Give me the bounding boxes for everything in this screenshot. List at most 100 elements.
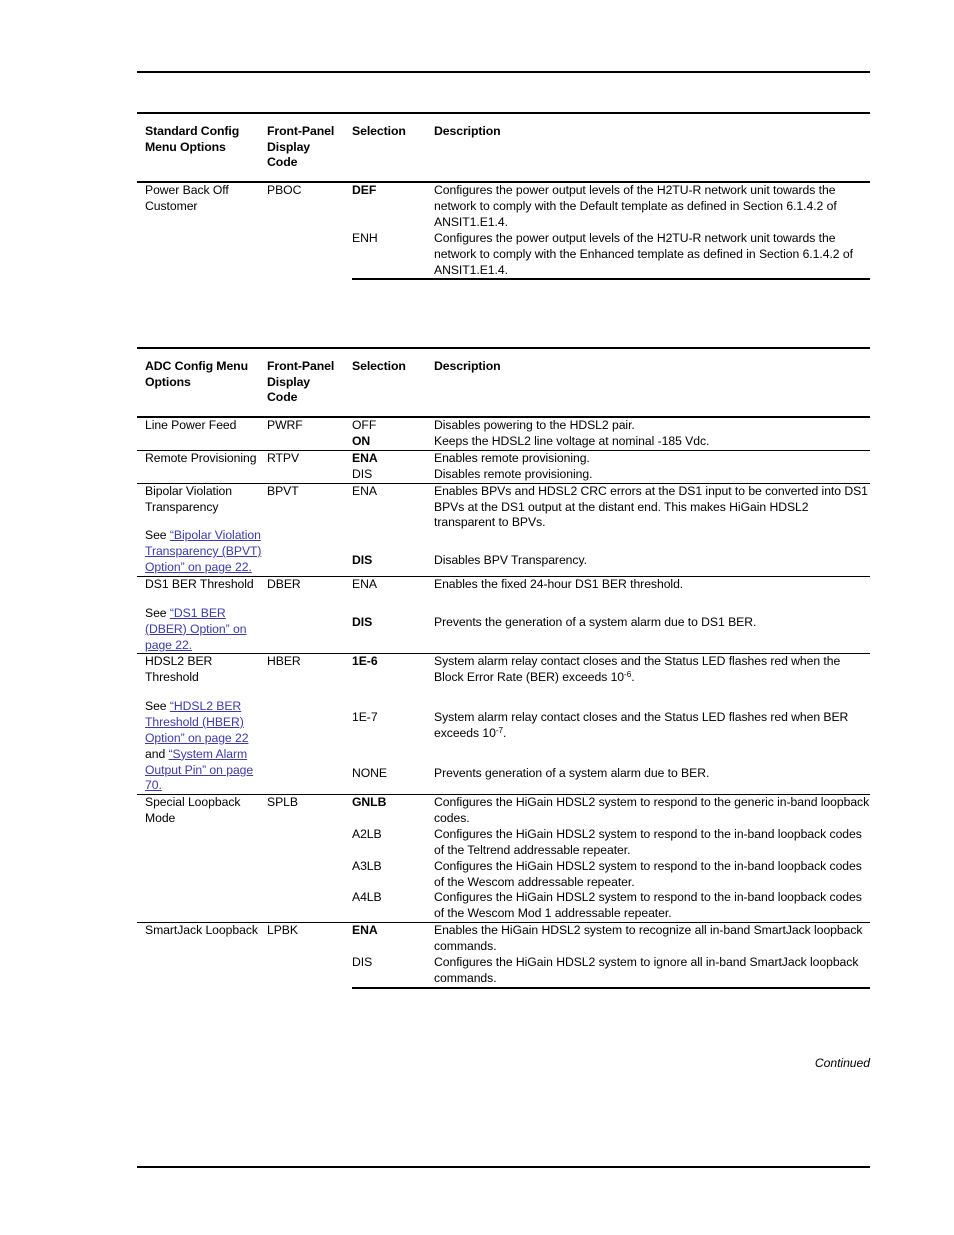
cell-description: Prevents the generation of a system alar… xyxy=(434,615,757,630)
cell-menu-option: HDSL2 BER Threshold See “HDSL2 BER Thres… xyxy=(137,653,267,795)
table-row: Remote Provisioning RTPV ENA Enables rem… xyxy=(137,449,870,484)
cell-display-code: PBOC xyxy=(267,183,302,198)
header-line: Front-Panel xyxy=(267,124,335,138)
header-line: Front-Panel xyxy=(267,359,335,373)
table-row: Bipolar Violation Transparency See “Bipo… xyxy=(137,482,870,577)
cell-selection: OFF xyxy=(352,418,377,433)
header-line: Code xyxy=(267,390,298,405)
cell-menu-option: DS1 BER Threshold See “DS1 BER (DBER) Op… xyxy=(137,575,267,654)
cell-description: Disables BPV Transparency. xyxy=(434,552,587,567)
option-name: Power Back Off Customer xyxy=(145,183,229,214)
standard-config-table: Standard Config Menu Options Front-Panel… xyxy=(137,111,870,281)
cell-selection: DEF xyxy=(352,183,377,198)
cell-selection: ENA xyxy=(352,575,434,616)
page-header-rule xyxy=(137,71,870,74)
exponent: -6 xyxy=(624,669,632,679)
header-line: Display xyxy=(267,139,311,154)
reference-prefix: See xyxy=(145,605,170,620)
table-row: Special Loopback Mode SPLB GNLB Configur… xyxy=(137,794,870,923)
cell-display-code: BPVT xyxy=(267,482,352,577)
cross-reference: See “HDSL2 BER Threshold (HBER) Option” … xyxy=(145,699,267,794)
description-tail: . xyxy=(631,670,635,685)
cell-description: Configures the HiGain HDSL2 system to re… xyxy=(434,794,870,827)
cell-description: Configures the HiGain HDSL2 system to re… xyxy=(434,858,862,889)
column-header-display-code: Front-Panel Display Code xyxy=(267,111,352,184)
table-row: Line Power Feed PWRF OFF Disables poweri… xyxy=(137,417,870,434)
cell-selection: DIS xyxy=(352,954,434,989)
column-header-selection: Selection xyxy=(352,346,434,419)
adc-config-table-block: ADC Config Menu Options Front-Panel Disp… xyxy=(137,346,870,989)
option-name: Special Loopback Mode xyxy=(145,795,241,826)
table-row: HDSL2 BER Threshold See “HDSL2 BER Thres… xyxy=(137,653,870,795)
cell-description: Keeps the HDSL2 line voltage at nominal … xyxy=(434,434,710,449)
table-row: DS1 BER Threshold See “DS1 BER (DBER) Op… xyxy=(137,575,870,654)
cell-description: Configures the power output levels of th… xyxy=(434,230,870,281)
cell-description: Configures the HiGain HDSL2 system to re… xyxy=(434,826,862,857)
exponent: -7 xyxy=(495,725,504,735)
cell-description: Disables powering to the HDSL2 pair. xyxy=(434,418,635,433)
cell-selection: A3LB xyxy=(352,858,382,873)
description-tail: . xyxy=(503,726,507,741)
cell-selection: DIS xyxy=(352,466,373,481)
cell-description: Enables the HiGain HDSL2 system to recog… xyxy=(434,922,870,955)
cell-selection: ENA xyxy=(352,482,434,553)
document-page: Standard Config Menu Options Front-Panel… xyxy=(0,0,954,1235)
column-header-display-code: Front-Panel Display Code xyxy=(267,346,352,419)
cell-display-code: DBER xyxy=(267,575,352,654)
cell-description: Disables remote provisioning. xyxy=(434,466,593,481)
reference-prefix: See xyxy=(145,528,170,543)
cell-display-code: HBER xyxy=(267,653,352,795)
cell-display-code: LPBK xyxy=(267,922,352,988)
description-text: System alarm relay contact closes and th… xyxy=(434,654,841,685)
cross-reference: See “DS1 BER (DBER) Option” on page 22. xyxy=(145,606,267,654)
cross-reference: See “Bipolar Violation Transparency (BPV… xyxy=(145,528,267,576)
reference-prefix: See xyxy=(145,699,170,714)
cell-selection: NONE xyxy=(352,766,388,781)
cell-selection: ENA xyxy=(352,922,434,955)
cell-description: System alarm relay contact closes and th… xyxy=(434,653,870,711)
cell-description: Prevents generation of a system alarm du… xyxy=(434,766,710,781)
cell-description: Configures the HiGain HDSL2 system to ig… xyxy=(434,954,870,989)
cell-menu-option: SmartJack Loopback xyxy=(137,922,267,988)
column-header-menu-options: Standard Config Menu Options xyxy=(137,111,267,184)
column-header-description: Description xyxy=(434,346,870,419)
cell-description: Configures the HiGain HDSL2 system to re… xyxy=(434,890,862,921)
header-line: Code xyxy=(267,155,298,170)
header-line: Display xyxy=(267,374,311,389)
page-footer-rule xyxy=(137,1166,870,1168)
cell-selection: A2LB xyxy=(352,826,382,841)
cell-selection: 1E-7 xyxy=(352,710,378,725)
column-header-menu-options: ADC Config Menu Options xyxy=(137,346,267,419)
option-name: Remote Provisioning xyxy=(145,450,257,465)
table-header: ADC Config Menu Options Front-Panel Disp… xyxy=(137,346,870,419)
cell-description: Enables BPVs and HDSL2 CRC errors at the… xyxy=(434,482,870,553)
cell-selection: ENH xyxy=(352,230,434,281)
table-row: SmartJack Loopback LPBK ENA Enables the … xyxy=(137,922,870,988)
header-line: Standard Config xyxy=(145,124,240,138)
cell-description: Enables remote provisioning. xyxy=(434,449,870,467)
cell-selection: ENA xyxy=(352,449,434,467)
cell-description: Enables the fixed 24-hour DS1 BER thresh… xyxy=(434,575,870,616)
table-row: Power Back Off Customer PBOC DEF Configu… xyxy=(137,182,870,231)
cell-menu-option: Power Back Off Customer xyxy=(137,182,267,279)
option-name: DS1 BER Threshold xyxy=(145,576,254,591)
standard-config-table-block: Standard Config Menu Options Front-Panel… xyxy=(137,111,870,281)
column-header-description: Description xyxy=(434,111,870,184)
cell-selection: A4LB xyxy=(352,890,382,905)
cell-display-code: RTPV xyxy=(267,449,352,484)
option-name: HDSL2 BER Threshold xyxy=(145,654,213,685)
cell-menu-option: Special Loopback Mode xyxy=(137,794,267,923)
cell-menu-option: Line Power Feed xyxy=(137,417,267,450)
header-line: Menu Options xyxy=(145,139,226,154)
cell-description: Configures the power output levels of th… xyxy=(434,183,837,229)
option-name: Line Power Feed xyxy=(145,418,237,433)
cell-menu-option: Remote Provisioning xyxy=(137,449,267,484)
cell-selection: GNLB xyxy=(352,794,434,827)
continued-note: Continued xyxy=(814,1056,870,1070)
table-body: Line Power Feed PWRF OFF Disables poweri… xyxy=(137,417,870,989)
cell-description: System alarm relay contact closes and th… xyxy=(434,710,870,766)
cell-display-code: SPLB xyxy=(267,794,352,923)
cell-selection: 1E-6 xyxy=(352,653,434,711)
table-header: Standard Config Menu Options Front-Panel… xyxy=(137,111,870,184)
header-line: Options xyxy=(145,374,191,389)
